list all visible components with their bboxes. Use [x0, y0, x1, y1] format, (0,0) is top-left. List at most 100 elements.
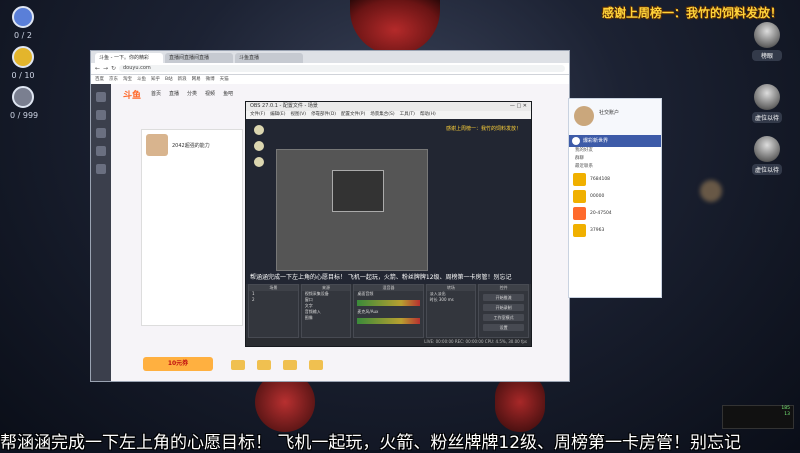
- transitions-dock[interactable]: 转场 淡入淡出 时长 300 ms: [425, 284, 477, 338]
- scrolling-ticker: 帮涵涵完成一下左上角的心愿目标！ 飞机一起玩，火箭、粉丝牌牌12级、周榜第一卡房…: [0, 433, 742, 453]
- sidebar-icon[interactable]: [96, 92, 106, 102]
- contact-avatar: [573, 173, 586, 186]
- site-nav-item[interactable]: 首页: [151, 90, 161, 97]
- studio-mode-button[interactable]: 工作室模式: [483, 314, 524, 321]
- site-nav-item[interactable]: 鱼吧: [223, 90, 233, 97]
- bookmark-item[interactable]: 淘宝: [123, 75, 132, 84]
- volume-meter[interactable]: [357, 300, 420, 306]
- scene-item[interactable]: 2: [249, 297, 298, 303]
- mixer-dock[interactable]: 混音器 桌面音频 麦克风/Aux: [353, 284, 424, 338]
- bookmark-item[interactable]: 天猫: [220, 75, 229, 84]
- browser-tab[interactable]: 斗鱼直播: [235, 53, 303, 63]
- anchor-avatar[interactable]: [146, 134, 168, 156]
- bookmark-item[interactable]: 斗鱼: [137, 75, 146, 84]
- site-logo[interactable]: 斗鱼: [123, 88, 141, 101]
- target-badge-icon: [12, 6, 34, 28]
- sidebar-icon[interactable]: [96, 164, 106, 174]
- stats-widget: 185 13: [722, 405, 794, 429]
- bookmark-item[interactable]: 知乎: [151, 75, 160, 84]
- contact-item[interactable]: 20-47504: [569, 205, 661, 222]
- preview-badge-icon: [254, 141, 264, 151]
- menu-item[interactable]: 配置文件(P): [341, 111, 365, 119]
- site-nav-item[interactable]: 直播: [169, 90, 179, 97]
- site-nav-item[interactable]: 视频: [205, 90, 215, 97]
- chat-category[interactable]: 我的好友: [569, 147, 661, 155]
- window-controls[interactable]: — □ ✕: [510, 102, 527, 111]
- gift-banner[interactable]: 10元券: [143, 357, 213, 371]
- sources-dock[interactable]: 来源 视频采集设备 窗口 文字 音频输入 图像: [300, 284, 352, 338]
- reload-icon[interactable]: ↻: [111, 65, 119, 72]
- chat-category[interactable]: 最近联系: [569, 163, 661, 171]
- fan-avatar: [754, 22, 780, 48]
- fan-slot-1: 榜眼: [752, 22, 782, 61]
- bookmark-item[interactable]: 微博: [206, 75, 215, 84]
- chat-category[interactable]: 群聊: [569, 155, 661, 163]
- user-avatar[interactable]: [574, 106, 594, 126]
- anchor-info: 2042超强的能力: [142, 130, 242, 160]
- bookmark-item[interactable]: 网易: [192, 75, 201, 84]
- start-recording-button[interactable]: 开始录制: [483, 304, 524, 311]
- sidebar-icon[interactable]: [96, 146, 106, 156]
- menu-item[interactable]: 文件(F): [250, 111, 265, 119]
- gift-icon[interactable]: [231, 360, 245, 370]
- obs-window[interactable]: OBS 27.0.1 - 配置文件 - 场景 — □ ✕ 文件(F) 编辑(E)…: [245, 101, 532, 347]
- scenes-dock[interactable]: 场景 1 2: [248, 284, 299, 338]
- gift-icon[interactable]: [257, 360, 271, 370]
- obs-menu-bar: 文件(F) 编辑(E) 视图(V) 停靠部件(D) 配置文件(P) 场景集合(S…: [246, 111, 531, 119]
- menu-item[interactable]: 视图(V): [290, 111, 306, 119]
- menu-item[interactable]: 停靠部件(D): [311, 111, 336, 119]
- site-nav: 首页 直播 分类 视频 鱼吧: [151, 90, 233, 97]
- wish-counter-2: 0 / 10: [10, 46, 36, 80]
- fan-avatar: [754, 84, 780, 110]
- sidebar-icon[interactable]: [96, 110, 106, 120]
- obs-preview[interactable]: 感谢上周榜一：我竹的饲料发放！ 帮涵涵完成一下左上角的心愿目标！ 飞机一起玩，火…: [246, 119, 531, 284]
- menu-item[interactable]: 帮助(H): [420, 111, 436, 119]
- browser-tab[interactable]: 斗鱼 - 一下。你的精彩: [95, 53, 163, 63]
- chat-header: 社交账户: [569, 99, 661, 135]
- menu-item[interactable]: 编辑(E): [270, 111, 285, 119]
- menu-item[interactable]: 场景集合(S): [370, 111, 394, 119]
- volume-meter[interactable]: [357, 318, 420, 324]
- forward-icon[interactable]: →: [103, 65, 111, 72]
- gold-coin-icon: [12, 46, 34, 68]
- url-field[interactable]: douyu.com: [119, 65, 565, 72]
- contact-item[interactable]: 7684108: [569, 171, 661, 188]
- wish-counter-1: 0 / 2: [10, 6, 36, 40]
- menu-item[interactable]: 工具(T): [400, 111, 415, 119]
- source-item[interactable]: 图像: [302, 315, 351, 321]
- fan-slot-2: 虚位以待: [752, 84, 782, 123]
- chat-panel[interactable]: 社交账户 爆彩新世界 我的好友 群聊 最近联系 7684108 00000 20…: [568, 98, 662, 298]
- back-icon[interactable]: ←: [95, 65, 103, 72]
- contact-item[interactable]: 00000: [569, 188, 661, 205]
- site-sidebar: [91, 84, 111, 381]
- bookmark-item[interactable]: 京东: [109, 75, 118, 84]
- stream-card[interactable]: 2042超强的能力: [141, 129, 243, 326]
- chat-group-header[interactable]: 爆彩新世界: [569, 135, 661, 147]
- fan-avatar: [754, 136, 780, 162]
- browser-tab[interactable]: 直播间直播间直播: [165, 53, 233, 63]
- nested-capture: [276, 149, 428, 271]
- preview-badge-icon: [254, 125, 264, 135]
- address-bar: ← → ↻ douyu.com: [91, 63, 569, 75]
- sidebar-icon[interactable]: [96, 128, 106, 138]
- site-nav-item[interactable]: 分类: [187, 90, 197, 97]
- bookmark-item[interactable]: 百度: [95, 75, 104, 84]
- nested-capture-inner: [332, 170, 384, 212]
- gift-icon[interactable]: [283, 360, 297, 370]
- contact-avatar: [573, 190, 586, 203]
- bookmark-item[interactable]: 新浪: [178, 75, 187, 84]
- preview-badge-icon: [254, 157, 264, 167]
- preview-thanks-banner: 感谢上周榜一：我竹的饲料发放！: [445, 126, 521, 132]
- preview-counter-column: [254, 125, 266, 173]
- bookmark-item[interactable]: B站: [165, 75, 173, 84]
- gift-bar: [231, 360, 323, 370]
- start-streaming-button[interactable]: 开始推流: [483, 294, 524, 301]
- settings-button[interactable]: 设置: [483, 324, 524, 331]
- contact-avatar: [573, 207, 586, 220]
- contact-item[interactable]: 37963: [569, 222, 661, 239]
- bokeh-light: [700, 180, 722, 202]
- gift-icon[interactable]: [309, 360, 323, 370]
- preview-ticker: 帮涵涵完成一下左上角的心愿目标！ 飞机一起玩，火箭、粉丝牌牌12级、周榜第一卡房…: [250, 274, 512, 281]
- wish-counter-3: 0 / 999: [10, 86, 38, 120]
- thanks-banner: 感谢上周榜一：我竹的饲料发放！: [601, 6, 782, 20]
